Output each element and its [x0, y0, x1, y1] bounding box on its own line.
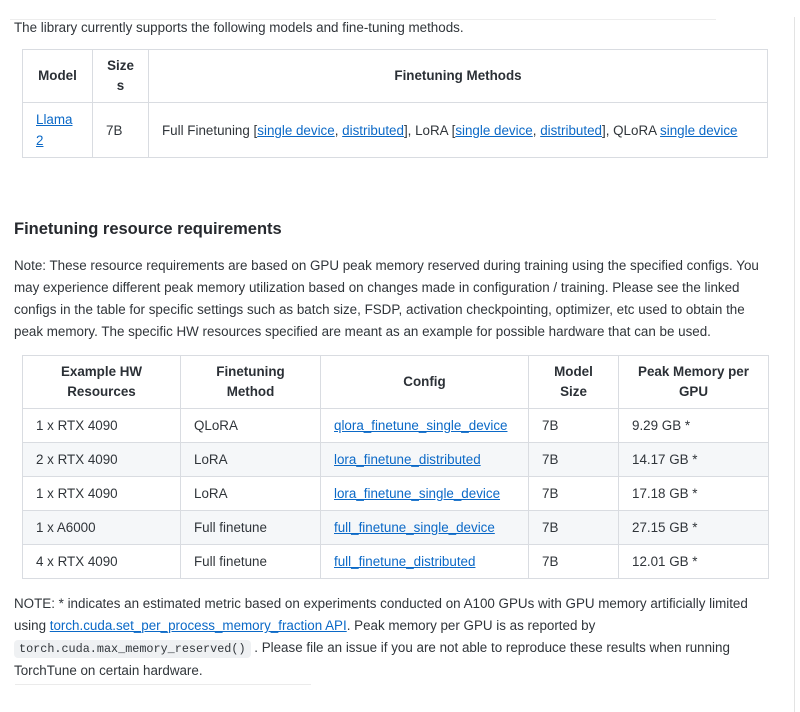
hw-cell: 2 x RTX 4090 — [23, 443, 181, 477]
doc-content: The library currently supports the follo… — [0, 17, 800, 685]
header-finetuning-method: Finetuning Method — [181, 356, 321, 409]
models-header-sizes: Sizes — [93, 50, 149, 103]
header-model-size-label: Model Size — [554, 362, 593, 402]
resource-note-text: Note: These resource requirements are ba… — [14, 255, 767, 343]
method-cell: LoRA — [181, 443, 321, 477]
size-cell: 7B — [529, 443, 619, 477]
methods-text: Full Finetuning [ — [162, 123, 257, 138]
intro-text: The library currently supports the follo… — [14, 17, 767, 38]
footnote-text: NOTE: * indicates an estimated metric ba… — [14, 593, 767, 682]
resources-table-header-row: Example HW Resources Finetuning Method C… — [23, 356, 769, 409]
llama2-link[interactable]: Llama2 — [36, 112, 72, 148]
resources-table: Example HW Resources Finetuning Method C… — [22, 355, 769, 579]
full-finetune-distributed-link[interactable]: distributed — [342, 123, 404, 138]
footnote-segment: . Peak memory per GPU is as reported by — [347, 618, 596, 633]
table-row: 1 x RTX 4090 LoRA lora_finetune_single_d… — [23, 477, 769, 511]
top-divider — [10, 19, 716, 20]
methods-text: ], LoRA [ — [404, 123, 455, 138]
config-cell: lora_finetune_distributed — [321, 443, 529, 477]
table-row: 1 x RTX 4090 QLoRA qlora_finetune_single… — [23, 409, 769, 443]
models-table-row: Llama2 7B Full Finetuning [single device… — [23, 103, 768, 158]
config-link[interactable]: full_finetune_single_device — [334, 520, 495, 535]
config-cell: full_finetune_distributed — [321, 545, 529, 579]
lora-distributed-link[interactable]: distributed — [540, 123, 602, 138]
config-cell: qlora_finetune_single_device — [321, 409, 529, 443]
table-row: 2 x RTX 4090 LoRA lora_finetune_distribu… — [23, 443, 769, 477]
config-link[interactable]: full_finetune_distributed — [334, 554, 475, 569]
header-config: Config — [321, 356, 529, 409]
models-header-methods: Finetuning Methods — [149, 50, 768, 103]
hw-cell: 1 x RTX 4090 — [23, 477, 181, 511]
content-right-border — [794, 17, 795, 712]
models-header-model: Model — [23, 50, 93, 103]
methods-text: ], QLoRA — [602, 123, 660, 138]
bottom-divider — [15, 684, 311, 685]
table-row: 1 x A6000 Full finetune full_finetune_si… — [23, 511, 769, 545]
model-cell: Llama2 — [23, 103, 93, 158]
qlora-single-device-link[interactable]: single device — [660, 123, 737, 138]
memory-cell: 9.29 GB * — [619, 409, 769, 443]
config-cell: full_finetune_single_device — [321, 511, 529, 545]
config-link[interactable]: lora_finetune_single_device — [334, 486, 500, 501]
method-cell: LoRA — [181, 477, 321, 511]
header-peak-memory: Peak Memory per GPU — [619, 356, 769, 409]
header-hw-resources: Example HW Resources — [23, 356, 181, 409]
config-link[interactable]: qlora_finetune_single_device — [334, 418, 507, 433]
full-finetune-single-device-link[interactable]: single device — [257, 123, 334, 138]
memory-cell: 12.01 GB * — [619, 545, 769, 579]
size-cell: 7B — [529, 477, 619, 511]
sizes-cell: 7B — [93, 103, 149, 158]
config-link[interactable]: lora_finetune_distributed — [334, 452, 481, 467]
memory-cell: 17.18 GB * — [619, 477, 769, 511]
memory-fraction-api-link[interactable]: torch.cuda.set_per_process_memory_fracti… — [50, 618, 347, 633]
table-row: 4 x RTX 4090 Full finetune full_finetune… — [23, 545, 769, 579]
section-heading: Finetuning resource requirements — [14, 218, 767, 240]
memory-cell: 27.15 GB * — [619, 511, 769, 545]
models-table: Model Sizes Finetuning Methods Llama2 7B… — [22, 49, 768, 158]
hw-cell: 4 x RTX 4090 — [23, 545, 181, 579]
memory-cell: 14.17 GB * — [619, 443, 769, 477]
method-cell: Full finetune — [181, 511, 321, 545]
size-cell: 7B — [529, 409, 619, 443]
method-cell: QLoRA — [181, 409, 321, 443]
size-cell: 7B — [529, 545, 619, 579]
hw-cell: 1 x A6000 — [23, 511, 181, 545]
methods-cell: Full Finetuning [single device, distribu… — [149, 103, 768, 158]
config-cell: lora_finetune_single_device — [321, 477, 529, 511]
lora-single-device-link[interactable]: single device — [455, 123, 532, 138]
header-model-size: Model Size — [529, 356, 619, 409]
models-table-header-row: Model Sizes Finetuning Methods — [23, 50, 768, 103]
method-cell: Full finetune — [181, 545, 321, 579]
max-memory-reserved-code: torch.cuda.max_memory_reserved() — [14, 640, 251, 658]
size-cell: 7B — [529, 511, 619, 545]
hw-cell: 1 x RTX 4090 — [23, 409, 181, 443]
